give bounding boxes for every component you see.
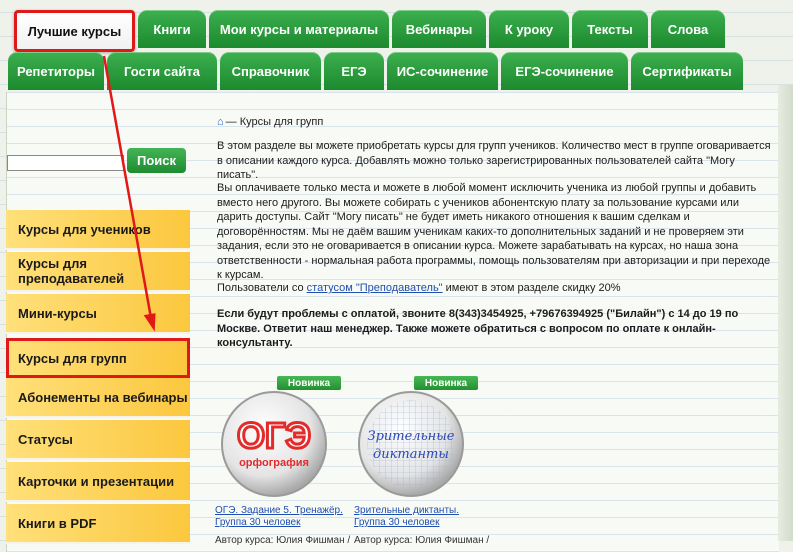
oge-logo-subtitle: орфография: [239, 457, 309, 469]
oge-course-title[interactable]: ОГЭ. Задание 5. Тренажёр.: [215, 505, 343, 517]
tab-best-courses[interactable]: Лучшие курсы: [14, 10, 135, 52]
dictation-logo-subtitle: диктанты: [373, 447, 449, 462]
tab-to-lesson[interactable]: К уроку: [489, 10, 569, 48]
tab-webinars[interactable]: Вебинары: [392, 10, 486, 48]
page-edge: [778, 85, 793, 541]
tab-site-guests[interactable]: Гости сайта: [107, 52, 217, 90]
intro-paragraph: В этом разделе вы можете приобретать кур…: [217, 140, 771, 181]
tab-texts[interactable]: Тексты: [572, 10, 648, 48]
breadcrumb-text: — Курсы для групп: [225, 116, 324, 128]
dictation-logo-text: Зрительные: [367, 429, 454, 444]
sidebar-item-student-courses[interactable]: Курсы для учеников: [6, 210, 190, 250]
tab-ege[interactable]: ЕГЭ: [324, 52, 384, 90]
discount-text-after: имеют в этом разделе скидку 20%: [442, 282, 621, 294]
teacher-status-link[interactable]: статусом "Преподаватель": [307, 282, 443, 294]
oge-course-image[interactable]: ОГЭ орфография: [218, 388, 330, 500]
tab-books[interactable]: Книги: [138, 10, 206, 48]
top-nav-row-2: Репетиторы Гости сайта Справочник ЕГЭ ИС…: [0, 52, 793, 90]
tab-is-essay[interactable]: ИС-сочинение: [387, 52, 498, 90]
payment-paragraph: Вы оплачиваете только места и можете в л…: [217, 182, 771, 281]
dictation-course-title[interactable]: Зрительные диктанты.: [354, 505, 459, 517]
sidebar-item-webinar-subscriptions[interactable]: Абонементы на вебинары: [6, 378, 190, 418]
visual-dictations-course-image[interactable]: Зрительные диктанты: [355, 388, 467, 500]
top-nav-row-1: Лучшие курсы Книги Мои курсы и материалы…: [0, 10, 793, 52]
tab-tutors[interactable]: Репетиторы: [8, 52, 104, 90]
search-input[interactable]: [7, 155, 124, 171]
dictation-course-link[interactable]: Зрительные диктанты. Группа 30 человек: [354, 505, 459, 529]
oge-course-group[interactable]: Группа 30 человек: [215, 517, 343, 529]
oge-course-link[interactable]: ОГЭ. Задание 5. Тренажёр. Группа 30 чело…: [215, 505, 343, 529]
sidebar-item-statuses[interactable]: Статусы: [6, 420, 190, 460]
sidebar-item-teacher-courses[interactable]: Курсы для преподавателей: [6, 252, 190, 292]
discount-text-before: Пользователи со: [217, 282, 307, 294]
oge-logo-text: ОГЭ: [237, 415, 311, 456]
sidebar-item-group-courses[interactable]: Курсы для групп: [6, 338, 190, 378]
breadcrumb: ⌂ — Курсы для групп: [217, 116, 323, 128]
sidebar-item-cards-presentations[interactable]: Карточки и презентации: [6, 462, 190, 502]
home-icon[interactable]: ⌂: [217, 116, 224, 128]
tab-my-courses[interactable]: Мои курсы и материалы: [209, 10, 389, 48]
support-paragraph: Если будут проблемы с оплатой, звоните 8…: [217, 308, 739, 349]
tab-certificates[interactable]: Сертификаты: [631, 52, 743, 90]
sidebar-item-pdf-books[interactable]: Книги в PDF: [6, 504, 190, 544]
tab-ege-essay[interactable]: ЕГЭ-сочинение: [501, 52, 628, 90]
sidebar-item-mini-courses[interactable]: Мини-курсы: [6, 294, 190, 334]
search-button[interactable]: Поиск: [127, 148, 186, 173]
discount-paragraph: Пользователи со статусом "Преподаватель"…: [217, 281, 777, 296]
dictation-course-group[interactable]: Группа 30 человек: [354, 517, 459, 529]
tab-reference[interactable]: Справочник: [220, 52, 321, 90]
tab-words[interactable]: Слова: [651, 10, 725, 48]
